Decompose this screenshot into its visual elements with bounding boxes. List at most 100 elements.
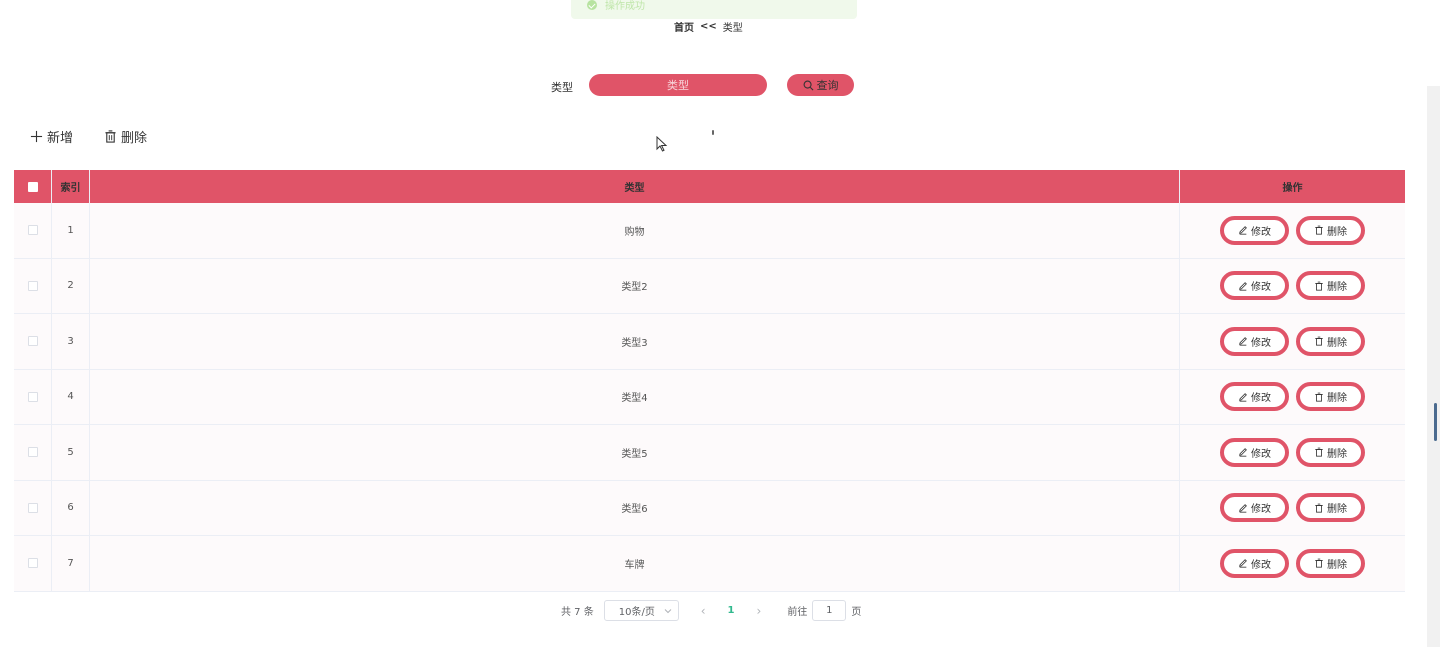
delete-button[interactable]: 删除 <box>1296 271 1365 301</box>
row-type: 类型2 <box>90 258 1180 313</box>
add-button[interactable]: 新增 <box>30 127 73 146</box>
row-checkbox[interactable] <box>27 225 38 236</box>
table-row: 6 类型6 修改 删除 <box>14 480 1405 536</box>
row-check-cell <box>14 314 52 369</box>
row-check-cell <box>14 258 52 313</box>
success-toast: 操作成功 <box>571 0 857 19</box>
table-body: 1 购物 修改 删除 2 类型2 修改 删除 3 类型3 修改 删除 4 类型4 修改 删除 5 类型5 修改 删除 6… <box>14 203 1405 592</box>
type-table: 索引 类型 操作 1 购物 修改 删除 2 类型2 修改 删除 3 类型3 修改 删除 4 类型4 修改 删除… <box>14 170 1405 592</box>
row-check-cell <box>14 536 52 591</box>
delete-button[interactable]: 删除 <box>1296 437 1365 467</box>
delete-button[interactable]: 删除 <box>1296 326 1365 356</box>
edit-button-label: 修改 <box>1251 504 1271 516</box>
delete-button[interactable]: 删除 <box>1296 215 1365 245</box>
edit-button[interactable]: 修改 <box>1220 326 1289 356</box>
trash-icon <box>1315 225 1323 235</box>
trash-icon <box>105 130 116 143</box>
goto-label: 前往 <box>787 607 808 618</box>
row-actions: 修改 删除 <box>1180 481 1405 536</box>
edit-button[interactable]: 修改 <box>1220 493 1289 523</box>
row-index: 1 <box>52 203 90 258</box>
select-all-checkbox[interactable] <box>27 181 38 192</box>
search-input[interactable] <box>589 74 767 96</box>
trash-icon <box>1315 392 1323 402</box>
edit-icon <box>1239 448 1247 457</box>
row-checkbox[interactable] <box>27 502 38 513</box>
page-size-select[interactable]: 10条/页 <box>603 600 679 621</box>
row-check-cell <box>14 425 52 480</box>
edit-button[interactable]: 修改 <box>1220 382 1289 412</box>
trash-icon <box>1315 281 1323 291</box>
edit-button[interactable]: 修改 <box>1220 548 1289 578</box>
delete-button-label: 删除 <box>1327 337 1347 349</box>
row-checkbox[interactable] <box>27 447 38 458</box>
edit-button[interactable]: 修改 <box>1220 215 1289 245</box>
goto-page-input[interactable] <box>812 600 847 621</box>
bulk-delete-button[interactable]: 删除 <box>104 127 147 146</box>
prev-page-icon[interactable]: ‹ <box>701 604 706 618</box>
pagination-total: 共 7 条 <box>561 607 594 618</box>
next-page-icon[interactable]: › <box>757 604 762 618</box>
breadcrumb-separator: << <box>700 21 717 32</box>
edit-icon <box>1239 226 1247 235</box>
row-index: 4 <box>52 369 90 424</box>
scrollbar-thumb[interactable] <box>1434 403 1437 441</box>
row-index: 6 <box>52 480 90 535</box>
row-checkbox[interactable] <box>27 336 38 347</box>
search-button-label: 查询 <box>816 80 839 92</box>
row-index: 3 <box>52 314 90 369</box>
delete-button[interactable]: 删除 <box>1296 548 1365 578</box>
delete-button-label: 删除 <box>1327 226 1347 238</box>
edit-button[interactable]: 修改 <box>1220 437 1289 467</box>
breadcrumb: 首页 << 类型 <box>674 19 743 34</box>
breadcrumb-home[interactable]: 首页 <box>674 19 694 34</box>
delete-button-label: 删除 <box>1327 448 1347 460</box>
bulk-delete-label: 删除 <box>121 130 148 145</box>
edit-button-label: 修改 <box>1251 448 1271 460</box>
row-type: 车牌 <box>90 536 1180 591</box>
edit-icon <box>1239 337 1247 346</box>
edit-button-label: 修改 <box>1251 282 1271 294</box>
edit-icon <box>1239 559 1247 568</box>
edit-icon <box>1239 392 1247 402</box>
chevron-down-icon <box>664 608 672 613</box>
row-actions: 修改 删除 <box>1180 203 1405 258</box>
edit-button-label: 修改 <box>1251 559 1271 571</box>
row-actions: 修改 删除 <box>1180 370 1405 425</box>
edit-button-label: 修改 <box>1251 393 1271 405</box>
edit-icon <box>1239 281 1247 291</box>
edit-button-label: 修改 <box>1251 337 1271 349</box>
row-type: 类型3 <box>90 314 1180 369</box>
row-index: 5 <box>52 425 90 480</box>
row-actions: 修改 删除 <box>1180 314 1405 369</box>
delete-button[interactable]: 删除 <box>1296 493 1365 523</box>
header-type: 类型 <box>90 170 1180 203</box>
delete-button[interactable]: 删除 <box>1296 382 1365 412</box>
row-checkbox[interactable] <box>27 280 38 291</box>
toast-message: 操作成功 <box>605 1 645 12</box>
table-row: 2 类型2 修改 删除 <box>14 258 1405 314</box>
row-type: 类型4 <box>90 369 1180 424</box>
search-button[interactable]: 查询 <box>787 74 854 96</box>
delete-button-label: 删除 <box>1327 559 1347 571</box>
edit-icon <box>1239 503 1247 513</box>
search-icon <box>803 80 813 90</box>
delete-button-label: 删除 <box>1327 504 1347 516</box>
table-row: 5 类型5 修改 删除 <box>14 425 1405 481</box>
row-checkbox[interactable] <box>27 391 38 402</box>
row-type: 购物 <box>90 203 1180 258</box>
page-number-current[interactable]: 1 <box>728 605 735 616</box>
success-icon <box>587 0 597 10</box>
table-row: 1 购物 修改 删除 <box>14 203 1405 259</box>
vertical-scrollbar[interactable] <box>1427 0 1440 647</box>
text-caret <box>712 130 714 135</box>
row-type: 类型5 <box>90 425 1180 480</box>
row-type: 类型6 <box>90 480 1180 535</box>
edit-button[interactable]: 修改 <box>1220 271 1289 301</box>
row-actions: 修改 删除 <box>1180 425 1405 480</box>
row-index: 7 <box>52 536 90 591</box>
delete-button-label: 删除 <box>1327 393 1347 405</box>
row-checkbox[interactable] <box>27 558 38 569</box>
edit-button-label: 修改 <box>1251 226 1271 238</box>
delete-button-label: 删除 <box>1327 282 1347 294</box>
